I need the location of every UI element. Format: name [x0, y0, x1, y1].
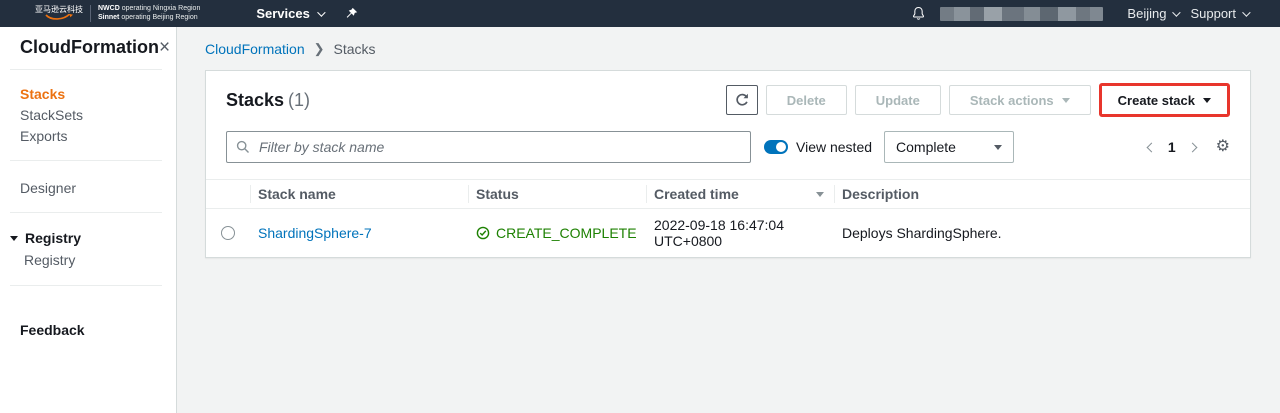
sidebar-item-designer[interactable]: Designer — [0, 178, 176, 212]
search-icon — [236, 140, 250, 154]
breadcrumb-separator-icon: ❯ — [314, 41, 325, 57]
created-time-header-label: Created time — [654, 186, 739, 202]
close-icon[interactable]: × — [159, 38, 170, 57]
notice-line1-operator: NWCD — [98, 5, 120, 12]
cloudformation-sidebar: CloudFormation × Stacks StackSets Export… — [0, 27, 177, 413]
top-navigation-bar: 亚马逊云科技 NWCD operating Ningxia Region Sin… — [0, 0, 1280, 27]
breadcrumb-cloudformation-link[interactable]: CloudFormation — [205, 41, 305, 57]
column-header-description: Description — [834, 180, 1250, 209]
breadcrumb: CloudFormation ❯ Stacks — [177, 27, 1280, 70]
sidebar-nav: Stacks StackSets Exports — [0, 84, 176, 160]
region-operator-notice: NWCD operating Ningxia Region Sinnet ope… — [90, 5, 200, 22]
region-selector-label: Beijing — [1127, 6, 1166, 21]
update-button[interactable]: Update — [855, 85, 941, 115]
refresh-icon — [734, 92, 750, 108]
create-stack-button-label: Create stack — [1118, 93, 1195, 108]
stacks-panel: Stacks(1) Delete Update Stack actions — [205, 70, 1251, 258]
sidebar-item-feedback[interactable]: Feedback — [0, 320, 176, 340]
view-nested-label: View nested — [796, 139, 872, 155]
region-selector[interactable]: Beijing — [1127, 6, 1178, 21]
services-menu-label: Services — [256, 6, 310, 21]
support-menu-label: Support — [1190, 6, 1236, 21]
sidebar-item-exports[interactable]: Exports — [20, 126, 176, 146]
pin-shortcut-icon[interactable] — [345, 7, 358, 20]
sidebar-item-stacks[interactable]: Stacks — [20, 84, 176, 104]
status-text: CREATE_COMPLETE — [496, 225, 637, 241]
gear-icon[interactable]: ⚙ — [1216, 139, 1230, 155]
triangle-down-icon — [10, 236, 18, 241]
sidebar-title: CloudFormation — [20, 37, 159, 58]
row-radio-button[interactable] — [221, 226, 235, 240]
notifications-bell-icon[interactable] — [911, 6, 926, 21]
stack-actions-button[interactable]: Stack actions — [949, 85, 1091, 115]
topbar-right-group: Beijing Support — [911, 6, 1248, 21]
stack-name-link[interactable]: ShardingSphere-7 — [258, 225, 372, 241]
divider — [10, 212, 162, 213]
notice-line2-operator: Sinnet — [98, 14, 119, 21]
row-select-cell — [206, 209, 250, 258]
delete-button-label: Delete — [787, 93, 826, 108]
sidebar-section-registry[interactable]: Registry — [0, 228, 176, 248]
stacks-table: Stack name Status Created time Descripti… — [206, 179, 1250, 257]
caret-down-icon — [1062, 98, 1070, 103]
refresh-button[interactable] — [726, 85, 758, 115]
panel-title: Stacks(1) — [226, 90, 310, 111]
notice-line1-text: operating Ningxia Region — [120, 5, 201, 12]
column-header-created-time[interactable]: Created time — [646, 180, 834, 209]
divider — [10, 69, 162, 70]
main-content: CloudFormation ❯ Stacks Stacks(1) Dele — [177, 27, 1280, 413]
registry-section-label: Registry — [25, 228, 81, 248]
account-name-redacted[interactable] — [940, 7, 1103, 21]
next-page-icon[interactable] — [1187, 142, 1197, 152]
stack-actions-button-label: Stack actions — [970, 93, 1054, 108]
caret-down-icon — [1203, 98, 1211, 103]
created-time-cell: 2022-09-18 16:47:04 UTC+0800 — [646, 209, 834, 258]
table-header-row: Stack name Status Created time Descripti… — [206, 180, 1250, 209]
previous-page-icon[interactable] — [1146, 142, 1156, 152]
status-cell: CREATE_COMPLETE — [468, 209, 646, 258]
description-cell: Deploys ShardingSphere. — [834, 209, 1250, 258]
chevron-down-icon — [1173, 8, 1181, 16]
stack-name-cell: ShardingSphere-7 — [250, 209, 468, 258]
status-filter-value: Complete — [896, 139, 956, 155]
stack-filter-input[interactable] — [257, 138, 741, 156]
chevron-down-icon — [317, 8, 325, 16]
sidebar-item-stacksets[interactable]: StackSets — [20, 105, 176, 125]
stack-actions-toolbar: Delete Update Stack actions Create stack — [726, 83, 1230, 117]
aws-china-logo-text: 亚马逊云科技 — [35, 5, 83, 14]
sort-descending-icon — [816, 192, 824, 197]
delete-button[interactable]: Delete — [766, 85, 847, 115]
divider — [10, 285, 162, 286]
caret-down-icon — [994, 145, 1002, 150]
view-nested-toggle[interactable] — [764, 140, 788, 154]
divider — [10, 160, 162, 161]
stack-filter-searchbox — [226, 131, 751, 163]
notice-line2-text: operating Beijing Region — [119, 14, 197, 21]
column-header-status: Status — [468, 180, 646, 209]
create-stack-button[interactable]: Create stack — [1099, 83, 1230, 117]
aws-china-logo[interactable]: 亚马逊云科技 — [35, 5, 83, 22]
toggle-knob — [776, 142, 786, 152]
breadcrumb-current: Stacks — [334, 41, 376, 57]
support-menu[interactable]: Support — [1190, 6, 1248, 21]
chevron-down-icon — [1242, 8, 1250, 16]
table-row: ShardingSphere-7 CREATE_COMPLETE 2022-09… — [206, 209, 1250, 258]
current-page-number[interactable]: 1 — [1168, 139, 1176, 155]
stack-count: (1) — [288, 90, 310, 110]
pagination: 1 — [1148, 139, 1196, 155]
services-menu[interactable]: Services — [256, 6, 323, 21]
column-header-stack-name: Stack name — [250, 180, 468, 209]
panel-title-text: Stacks — [226, 90, 284, 110]
check-circle-icon — [476, 226, 490, 240]
status-filter-dropdown[interactable]: Complete — [884, 131, 1014, 163]
selection-column-header — [206, 180, 250, 209]
update-button-label: Update — [876, 93, 920, 108]
amazon-smile-icon — [44, 14, 74, 22]
sidebar-item-registry[interactable]: Registry — [0, 250, 176, 270]
